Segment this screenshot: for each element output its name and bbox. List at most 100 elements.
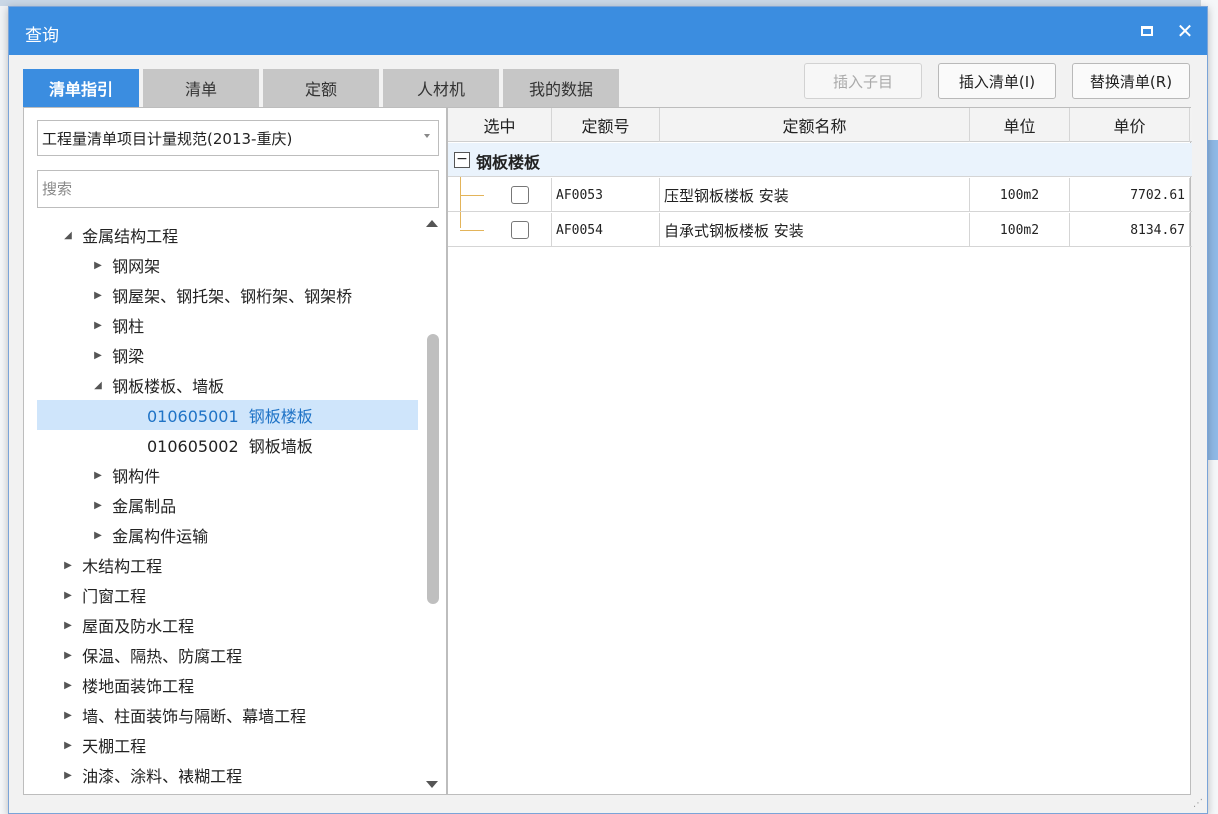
- tree-item[interactable]: ▶ 钢柱: [37, 310, 418, 340]
- collapsed-arrow-icon: ▶: [64, 649, 72, 661]
- tree-item[interactable]: 010605002 钢板墙板: [37, 430, 418, 460]
- quota-code: AF0053: [552, 178, 660, 212]
- tree-item[interactable]: ▶ 钢屋架、钢托架、钢桁架、钢架桥: [37, 280, 418, 310]
- spec-select-value: 工程量清单项目计量规范(2013-重庆): [42, 129, 293, 148]
- tree-item[interactable]: ▶ 金属制品: [37, 490, 418, 520]
- tab-list-guide[interactable]: 清单指引: [23, 69, 139, 107]
- tree-item-label: 金属制品: [112, 497, 177, 516]
- tree-item-label: 金属结构工程: [82, 227, 179, 246]
- tree-item-label: 屋面及防水工程: [82, 617, 195, 636]
- tree-item[interactable]: ▶ 楼地面装饰工程: [37, 670, 418, 700]
- background-left-edge: [0, 50, 8, 814]
- search-input[interactable]: [37, 170, 439, 208]
- dialog-title: 查询: [25, 26, 59, 46]
- resize-grip-icon[interactable]: ⋰: [1193, 799, 1203, 809]
- collapsed-arrow-icon: ▶: [94, 529, 102, 541]
- tree-item-label: 保温、隔热、防腐工程: [82, 647, 243, 666]
- group-row: − 钢板楼板: [448, 143, 1192, 177]
- tab-my-data[interactable]: 我的数据: [503, 69, 619, 107]
- collapsed-arrow-icon: ▶: [64, 769, 72, 781]
- quota-name: 压型钢板楼板 安装: [660, 178, 970, 212]
- background-blue-block: [1208, 140, 1218, 460]
- left-panel: 工程量清单项目计量规范(2013-重庆) ◢ 金属结构工程 ▶ 钢网架 ▶ 钢屋…: [23, 107, 447, 795]
- tree-item[interactable]: ▶ 钢梁: [37, 340, 418, 370]
- tree-item-label: 钢板楼板、墙板: [112, 377, 225, 396]
- quota-price: 8134.67: [1070, 213, 1190, 247]
- tab-list[interactable]: 清单: [143, 69, 259, 107]
- tree-scrollbar[interactable]: [420, 214, 444, 794]
- tree-item-label: 010605002 钢板墙板: [147, 437, 313, 456]
- replace-list-button[interactable]: 替换清单(R): [1072, 63, 1190, 99]
- collapsed-arrow-icon: ▶: [64, 559, 72, 571]
- close-button[interactable]: ✕: [1171, 17, 1199, 45]
- tree-item[interactable]: ▶ 油漆、涂料、裱糊工程: [37, 760, 418, 790]
- quota-unit: 100m2: [970, 178, 1070, 212]
- tree-item-label: 墙、柱面装饰与隔断、幕墙工程: [82, 707, 307, 726]
- tree-item[interactable]: ▶ 钢构件: [37, 460, 418, 490]
- column-header-price[interactable]: 单价: [1070, 108, 1190, 142]
- query-dialog: 查询 ✕ 清单指引 清单 定额 人材机 我的数据 插入子目 插入清单(I) 替换…: [8, 6, 1208, 814]
- collapsed-arrow-icon: ▶: [64, 589, 72, 601]
- tree-item-label: 钢梁: [112, 347, 145, 366]
- table-row[interactable]: AF0053 压型钢板楼板 安装 100m2 7702.61: [448, 178, 1192, 212]
- column-header-unit[interactable]: 单位: [970, 108, 1070, 142]
- collapsed-arrow-icon: ▶: [64, 739, 72, 751]
- quota-code: AF0054: [552, 213, 660, 247]
- tree-item-selected[interactable]: 010605001 钢板楼板: [37, 400, 418, 430]
- quota-name: 自承式钢板楼板 安装: [660, 213, 970, 247]
- scroll-up-icon[interactable]: [426, 220, 438, 227]
- tree-item-label: 木结构工程: [82, 557, 163, 576]
- chevron-down-icon: [424, 134, 430, 138]
- collapsed-arrow-icon: ▶: [94, 499, 102, 511]
- scroll-down-icon[interactable]: [426, 781, 438, 788]
- close-icon: ✕: [1176, 19, 1194, 43]
- tree-item-label: 钢屋架、钢托架、钢桁架、钢架桥: [112, 287, 353, 306]
- grid-header: 选中 定额号 定额名称 单位 单价: [448, 108, 1192, 142]
- tree-item[interactable]: ▶ 墙、柱面装饰与隔断、幕墙工程: [37, 700, 418, 730]
- insert-sub-item-button[interactable]: 插入子目: [804, 63, 922, 99]
- tab-quota[interactable]: 定额: [263, 69, 379, 107]
- dialog-titlebar[interactable]: 查询 ✕: [9, 7, 1207, 55]
- row-checkbox[interactable]: [511, 186, 529, 204]
- quota-grid-panel: 选中 定额号 定额名称 单位 单价 − 钢板楼板 AF0053 压型钢板楼板 安…: [447, 107, 1192, 795]
- category-tree: ◢ 金属结构工程 ▶ 钢网架 ▶ 钢屋架、钢托架、钢桁架、钢架桥 ▶ 钢柱 ▶ …: [24, 214, 418, 794]
- insert-list-button[interactable]: 插入清单(I): [938, 63, 1056, 99]
- tree-item[interactable]: ▶ 门窗工程: [37, 580, 418, 610]
- tree-item[interactable]: ▶ 钢网架: [37, 250, 418, 280]
- spec-select[interactable]: 工程量清单项目计量规范(2013-重庆): [37, 120, 439, 156]
- tree-item-label: 金属构件运输: [112, 527, 209, 546]
- tree-item-label: 钢构件: [112, 467, 161, 486]
- collapsed-arrow-icon: ▶: [94, 469, 102, 481]
- tree-item[interactable]: ▶ 保温、隔热、防腐工程: [37, 640, 418, 670]
- collapse-icon[interactable]: −: [454, 152, 470, 168]
- collapsed-arrow-icon: ▶: [64, 679, 72, 691]
- tree-item[interactable]: ◢ 钢板楼板、墙板: [37, 370, 418, 400]
- collapsed-arrow-icon: ▶: [94, 349, 102, 361]
- tree-item[interactable]: ◢ 金属结构工程: [37, 220, 418, 250]
- tree-item-label: 010605001 钢板楼板: [147, 407, 313, 426]
- row-checkbox[interactable]: [511, 221, 529, 239]
- tree-item-label: 钢柱: [112, 317, 145, 336]
- tree-item[interactable]: ▶ 木结构工程: [37, 550, 418, 580]
- expanded-arrow-icon: ◢: [94, 379, 102, 391]
- quota-unit: 100m2: [970, 213, 1070, 247]
- tree-item[interactable]: ▶ 屋面及防水工程: [37, 610, 418, 640]
- tree-item-label: 天棚工程: [82, 737, 147, 756]
- collapsed-arrow-icon: ▶: [94, 259, 102, 271]
- tree-item[interactable]: ▶ 金属构件运输: [37, 520, 418, 550]
- expanded-arrow-icon: ◢: [64, 229, 72, 241]
- maximize-icon: [1141, 26, 1153, 36]
- column-header-select[interactable]: 选中: [448, 108, 552, 142]
- tree-item-label: 钢网架: [112, 257, 161, 276]
- column-header-name[interactable]: 定额名称: [660, 108, 970, 142]
- quota-price: 7702.61: [1070, 178, 1190, 212]
- column-header-code[interactable]: 定额号: [552, 108, 660, 142]
- tree-item-label: 楼地面装饰工程: [82, 677, 195, 696]
- tab-labor-material-machine[interactable]: 人材机: [383, 69, 499, 107]
- group-label: 钢板楼板: [476, 153, 541, 172]
- table-row[interactable]: AF0054 自承式钢板楼板 安装 100m2 8134.67: [448, 213, 1192, 247]
- maximize-button[interactable]: [1133, 17, 1161, 45]
- tree-item-label: 门窗工程: [82, 587, 147, 606]
- scroll-thumb[interactable]: [427, 334, 439, 604]
- tree-item[interactable]: ▶ 天棚工程: [37, 730, 418, 760]
